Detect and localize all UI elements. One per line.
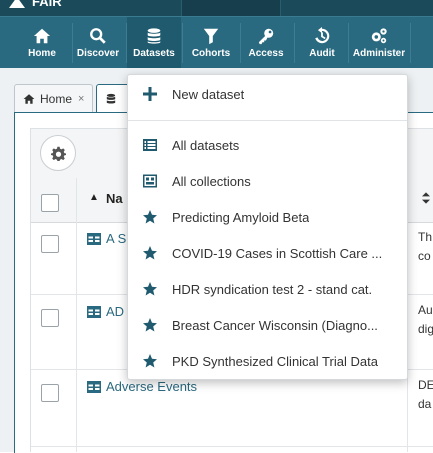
nav-home-label: Home <box>28 48 56 59</box>
home-icon <box>33 28 51 44</box>
menu-item-label: New dataset <box>172 86 245 102</box>
top-strip-tab <box>181 0 281 16</box>
tab-bar: Home × <box>14 84 135 113</box>
dataset-name: A S <box>106 231 127 246</box>
nav-datasets-label: Datasets <box>133 48 175 59</box>
star-icon <box>143 282 157 296</box>
menu-item-label: All datasets <box>172 137 240 153</box>
cogs-icon <box>371 28 387 44</box>
nav-home[interactable]: Home <box>22 17 62 69</box>
plus-icon <box>143 87 157 101</box>
row-checkbox[interactable] <box>41 309 59 327</box>
header-name[interactable]: Na <box>106 191 123 206</box>
nav-divider <box>294 23 295 63</box>
table-icon <box>87 305 101 318</box>
description-line: Th <box>418 230 433 244</box>
brand-text: FAIR <box>32 0 62 9</box>
nav-divider <box>240 23 241 63</box>
settings-button[interactable] <box>40 135 76 171</box>
logo-icon <box>9 0 25 8</box>
menu-item-label: Predicting Amyloid Beta <box>172 209 310 225</box>
menu-item-label: PKD Synthesized Clinical Trial Data <box>172 353 378 369</box>
nav-cohorts[interactable]: Cohorts <box>188 17 234 69</box>
dataset-link[interactable]: A S <box>87 231 126 246</box>
tab-home[interactable]: Home × <box>14 84 94 113</box>
nav-discover-label: Discover <box>76 48 120 59</box>
dataset-name: AD <box>106 304 125 319</box>
row-checkbox[interactable] <box>41 235 59 253</box>
menu-item-all-collections[interactable]: All collections <box>128 166 407 196</box>
menu-item-favorite[interactable]: Breast Cancer Wisconsin (Diagno... <box>128 310 407 340</box>
sort-indicator-icon[interactable]: ▲ <box>89 192 99 203</box>
nav-divider <box>72 23 73 63</box>
close-icon[interactable]: × <box>78 93 84 105</box>
search-icon <box>90 28 106 44</box>
star-icon <box>143 318 157 332</box>
dataset-name: Adverse Events <box>106 379 198 394</box>
description-line: co <box>418 249 431 263</box>
description-line: da <box>418 397 432 411</box>
nav-administer[interactable]: Administer <box>351 17 407 69</box>
nav-divider <box>182 23 183 63</box>
collection-icon <box>143 174 157 188</box>
menu-item-label: All collections <box>172 173 251 189</box>
nav-divider <box>410 23 411 63</box>
table-row[interactable]: Adverse Events DE da <box>31 370 433 447</box>
datasets-dropdown-menu: New dataset All datasets All collections… <box>127 74 408 380</box>
filter-icon <box>203 28 219 45</box>
menu-item-label: COVID-19 Cases in Scottish Care ... <box>172 245 383 261</box>
main-nav: Home Discover Datasets Cohorts Access Au… <box>0 16 433 69</box>
menu-item-favorite[interactable]: PKD Synthesized Clinical Trial Data <box>128 346 407 376</box>
description-line: dig <box>418 322 433 336</box>
dataset-description: Th co <box>418 228 433 266</box>
list-icon <box>143 139 157 151</box>
home-icon <box>23 94 35 104</box>
key-icon <box>258 28 274 45</box>
nav-cohorts-label: Cohorts <box>191 48 231 59</box>
menu-item-favorite[interactable]: Predicting Amyloid Beta <box>128 202 407 232</box>
tab-home-label: Home <box>40 92 73 106</box>
sort-icon[interactable] <box>422 192 430 204</box>
dataset-link[interactable]: Adverse Events <box>87 379 197 394</box>
menu-item-favorite[interactable]: HDR syndication test 2 - stand cat. <box>128 274 407 304</box>
nav-discover[interactable]: Discover <box>76 17 120 69</box>
dataset-description: DE da <box>418 376 433 414</box>
database-icon <box>107 93 116 104</box>
row-checkbox[interactable] <box>41 384 59 402</box>
table-icon <box>87 232 101 245</box>
nav-datasets[interactable]: Datasets <box>127 17 181 69</box>
dataset-link[interactable]: AD <box>87 304 124 319</box>
menu-item-favorite[interactable]: COVID-19 Cases in Scottish Care ... <box>128 238 407 268</box>
table-icon <box>87 380 101 393</box>
select-all-checkbox[interactable] <box>41 194 59 212</box>
description-line: Au <box>418 303 433 317</box>
description-line: DE <box>418 378 433 392</box>
column-divider <box>76 178 77 452</box>
star-icon <box>143 210 157 224</box>
nav-access-label: Access <box>248 48 284 59</box>
menu-item-all-datasets[interactable]: All datasets <box>128 130 407 160</box>
brand[interactable]: FAIR <box>8 0 62 9</box>
menu-item-label: Breast Cancer Wisconsin (Diagno... <box>172 317 378 333</box>
menu-item-new-dataset[interactable]: New dataset <box>128 79 407 109</box>
nav-audit[interactable]: Audit <box>302 17 342 69</box>
nav-divider <box>348 23 349 63</box>
dataset-description: Au dig <box>418 301 433 339</box>
star-icon <box>143 246 157 260</box>
history-icon <box>315 27 330 44</box>
menu-item-label: HDR syndication test 2 - stand cat. <box>172 281 373 297</box>
nav-audit-label: Audit <box>309 48 335 59</box>
top-strip: FAIR <box>0 0 433 16</box>
nav-administer-label: Administer <box>352 48 406 59</box>
gear-icon <box>50 146 66 161</box>
database-icon <box>147 28 161 44</box>
nav-access[interactable]: Access <box>246 17 286 69</box>
star-icon <box>143 354 157 368</box>
menu-divider <box>128 120 407 121</box>
